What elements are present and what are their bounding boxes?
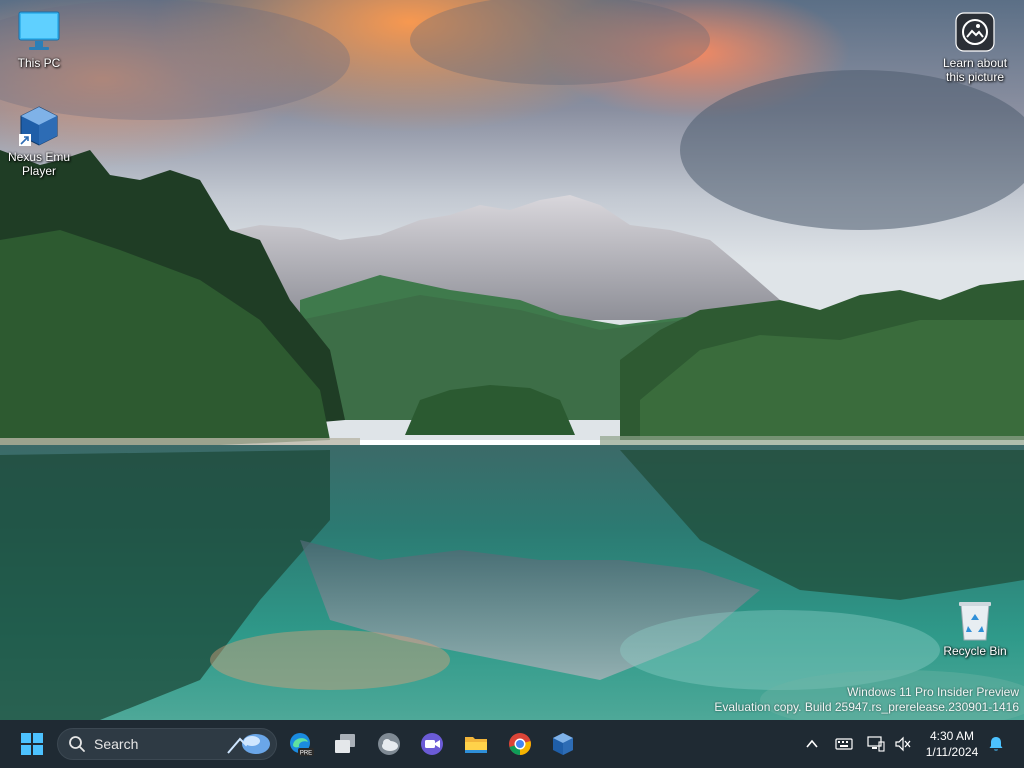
virtualbox-icon — [553, 733, 573, 755]
chevron-up-icon — [806, 739, 818, 748]
desktop-icon-label: Learn about this picture — [942, 56, 1008, 84]
edge-pre-badge: PRE — [300, 751, 312, 757]
search-highlight-art-icon — [227, 734, 270, 754]
keyboard-input-button[interactable] — [830, 730, 858, 758]
desktop-icon-label: Nexus Emu Player — [7, 150, 71, 178]
search-icon — [69, 736, 85, 752]
wallpaper-image — [0, 0, 1024, 768]
desktop-icon-recycle-bin[interactable]: Recycle Bin — [938, 598, 1012, 658]
taskbar-file-explorer[interactable] — [458, 726, 494, 762]
volume-button[interactable] — [890, 730, 916, 758]
edge-pre-icon: PRE — [290, 733, 314, 757]
windows-watermark: Windows 11 Pro Insider Preview Evaluatio… — [714, 685, 1019, 715]
video-call-icon — [421, 733, 443, 755]
watermark-line1: Windows 11 Pro Insider Preview — [847, 685, 1019, 699]
show-hidden-icons-button[interactable] — [798, 730, 826, 758]
chrome-icon — [509, 733, 531, 755]
task-view-icon — [335, 734, 355, 753]
desktop-icon-label: Recycle Bin — [943, 644, 1007, 658]
desktop-icon-this-pc[interactable]: This PC — [3, 10, 75, 70]
clock-date: 1/11/2024 — [925, 745, 979, 759]
keyboard-icon — [835, 738, 853, 750]
network-monitor-icon — [867, 736, 885, 752]
taskbar-search[interactable]: Search — [57, 728, 277, 760]
taskbar-virtualbox[interactable] — [545, 726, 581, 762]
search-placeholder: Search — [94, 736, 139, 752]
monitor-icon — [17, 10, 61, 54]
clock-time: 4:30 AM — [929, 729, 975, 743]
watermark-line2: Evaluation copy. Build 25947.rs_prerelea… — [714, 700, 1019, 714]
taskbar-widgets[interactable] — [371, 726, 407, 762]
camera-icon — [953, 10, 997, 54]
windows-start-icon — [21, 733, 43, 755]
desktop: This PC Nexus Emu Player Learn about thi… — [0, 0, 1024, 768]
taskbar-edge-pre[interactable]: PRE — [283, 726, 319, 762]
start-button[interactable] — [14, 726, 50, 762]
taskbar-video-call[interactable] — [414, 726, 450, 762]
volume-muted-icon — [895, 736, 911, 752]
desktop-icon-label: This PC — [17, 56, 61, 70]
virtualbox-icon — [17, 104, 61, 148]
network-button[interactable] — [862, 730, 890, 758]
recycle-bin-icon — [953, 598, 997, 642]
bell-icon — [989, 737, 1003, 751]
weather-cloud-icon — [378, 733, 400, 755]
taskbar-chrome[interactable] — [502, 726, 538, 762]
notifications-button[interactable] — [982, 730, 1010, 758]
desktop-icon-learn-about-picture[interactable]: Learn about this picture — [938, 10, 1012, 84]
taskbar: Search PRE 4:30 AM 1/11/2024 — [0, 720, 1024, 768]
taskbar-clock[interactable]: 4:30 AM 1/11/2024 — [922, 728, 982, 760]
taskbar-task-view[interactable] — [327, 726, 363, 762]
desktop-icon-nexus-emu-player[interactable]: Nexus Emu Player — [3, 104, 75, 178]
folder-icon — [465, 737, 487, 753]
